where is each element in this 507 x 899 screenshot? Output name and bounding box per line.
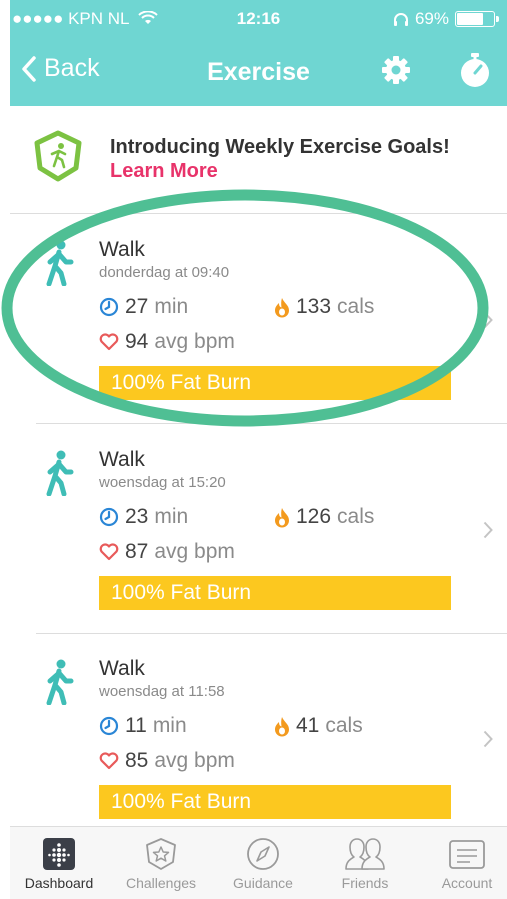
exercise-badge-icon bbox=[34, 130, 82, 182]
calories-value: 133 bbox=[296, 295, 332, 318]
tab-label: Challenges bbox=[125, 875, 197, 891]
tab-friends[interactable]: Friends bbox=[320, 837, 410, 891]
entry-date: woensdag at 15:20 bbox=[99, 474, 226, 491]
calories-value: 41 bbox=[296, 714, 320, 737]
heart-rate-unit: avg bpm bbox=[154, 749, 235, 772]
duration-value: 27 bbox=[125, 295, 149, 318]
promo-title: Introducing Weekly Exercise Goals! bbox=[110, 136, 450, 158]
duration-stat: 11 min bbox=[99, 714, 187, 738]
headphones-icon bbox=[393, 12, 408, 26]
calories-unit: cals bbox=[325, 714, 363, 737]
chevron-right-icon bbox=[483, 311, 493, 329]
heart-icon bbox=[99, 543, 119, 561]
heart-zone-bar: 100% Fat Burn bbox=[99, 785, 451, 819]
gear-icon[interactable] bbox=[380, 54, 412, 86]
duration-stat: 27 min bbox=[99, 295, 188, 319]
heart-rate-stat: 85 avg bpm bbox=[99, 749, 235, 773]
battery-percent: 69% bbox=[414, 9, 449, 28]
entry-title: Walk bbox=[99, 448, 145, 471]
heart-rate-stat: 94 avg bpm bbox=[99, 330, 235, 354]
flame-icon bbox=[275, 716, 289, 736]
tab-label: Friends bbox=[341, 875, 389, 891]
status-right: 69% bbox=[393, 9, 499, 29]
page-title: Exercise bbox=[207, 58, 310, 86]
tab-label: Guidance bbox=[233, 875, 293, 891]
top-header: ●●●●● KPN NL 12:16 69% Back Exercise bbox=[10, 0, 507, 106]
battery-fill bbox=[457, 13, 484, 25]
calories-stat: 41 cals bbox=[274, 714, 363, 738]
heart-rate-stat: 87 avg bpm bbox=[99, 540, 235, 564]
heart-rate-unit: avg bpm bbox=[154, 540, 235, 563]
exercise-entry[interactable]: Walk donderdag at 09:40 27 min 133 cals … bbox=[36, 214, 507, 424]
flame-icon bbox=[275, 507, 289, 527]
tab-challenges[interactable]: Challenges bbox=[116, 837, 206, 891]
stopwatch-icon[interactable] bbox=[458, 52, 492, 88]
calories-stat: 126 cals bbox=[274, 505, 374, 529]
heart-icon bbox=[99, 333, 119, 351]
friends-icon bbox=[345, 838, 385, 870]
weekly-goals-promo[interactable]: Introducing Weekly Exercise Goals! Learn… bbox=[10, 106, 507, 214]
heart-rate-value: 87 bbox=[125, 540, 149, 563]
exercise-entry[interactable]: Walk woensdag at 15:20 23 min 126 cals 8… bbox=[36, 424, 507, 634]
duration-stat: 23 min bbox=[99, 505, 188, 529]
duration-unit: min bbox=[154, 505, 189, 528]
entry-title: Walk bbox=[99, 238, 145, 261]
clock-icon bbox=[99, 297, 119, 317]
heart-rate-value: 85 bbox=[125, 749, 149, 772]
tab-dashboard[interactable]: Dashboard bbox=[14, 837, 104, 891]
flame-icon bbox=[275, 297, 289, 317]
tab-label: Dashboard bbox=[24, 875, 94, 891]
compass-icon bbox=[247, 838, 279, 870]
battery-icon bbox=[455, 11, 499, 27]
dashboard-icon bbox=[43, 838, 75, 870]
heart-zone-bar: 100% Fat Burn bbox=[99, 576, 451, 610]
entry-title: Walk bbox=[99, 657, 145, 680]
exercise-entry[interactable]: Walk woensdag at 11:58 11 min 41 cals 85… bbox=[36, 633, 507, 843]
heart-zone-bar: 100% Fat Burn bbox=[99, 366, 451, 400]
clock-icon bbox=[99, 716, 119, 736]
tab-guidance[interactable]: Guidance bbox=[218, 837, 308, 891]
duration-value: 23 bbox=[125, 505, 149, 528]
tab-bar: Dashboard Challenges Guidance Friends Ac… bbox=[10, 826, 507, 899]
duration-value: 11 bbox=[125, 714, 147, 737]
walk-icon bbox=[46, 659, 74, 705]
tab-account[interactable]: Account bbox=[422, 837, 507, 891]
walk-icon bbox=[46, 450, 74, 496]
calories-unit: cals bbox=[337, 505, 375, 528]
tab-label: Account bbox=[441, 875, 493, 891]
calories-stat: 133 cals bbox=[274, 295, 374, 319]
chevron-right-icon bbox=[483, 730, 493, 748]
learn-more-link[interactable]: Learn More bbox=[110, 160, 218, 183]
heart-icon bbox=[99, 752, 119, 770]
nav-bar: Back Exercise bbox=[10, 44, 507, 100]
challenges-icon bbox=[146, 838, 176, 870]
clock-icon bbox=[99, 507, 119, 527]
status-bar: ●●●●● KPN NL 12:16 69% bbox=[10, 0, 507, 36]
heart-rate-unit: avg bpm bbox=[154, 330, 235, 353]
calories-unit: cals bbox=[337, 295, 375, 318]
entry-date: woensdag at 11:58 bbox=[99, 683, 225, 700]
duration-unit: min bbox=[152, 714, 187, 737]
chevron-right-icon bbox=[483, 521, 493, 539]
walk-icon bbox=[46, 240, 74, 286]
calories-value: 126 bbox=[296, 505, 332, 528]
account-icon bbox=[449, 840, 485, 869]
heart-rate-value: 94 bbox=[125, 330, 149, 353]
duration-unit: min bbox=[154, 295, 189, 318]
entry-date: donderdag at 09:40 bbox=[99, 264, 230, 281]
